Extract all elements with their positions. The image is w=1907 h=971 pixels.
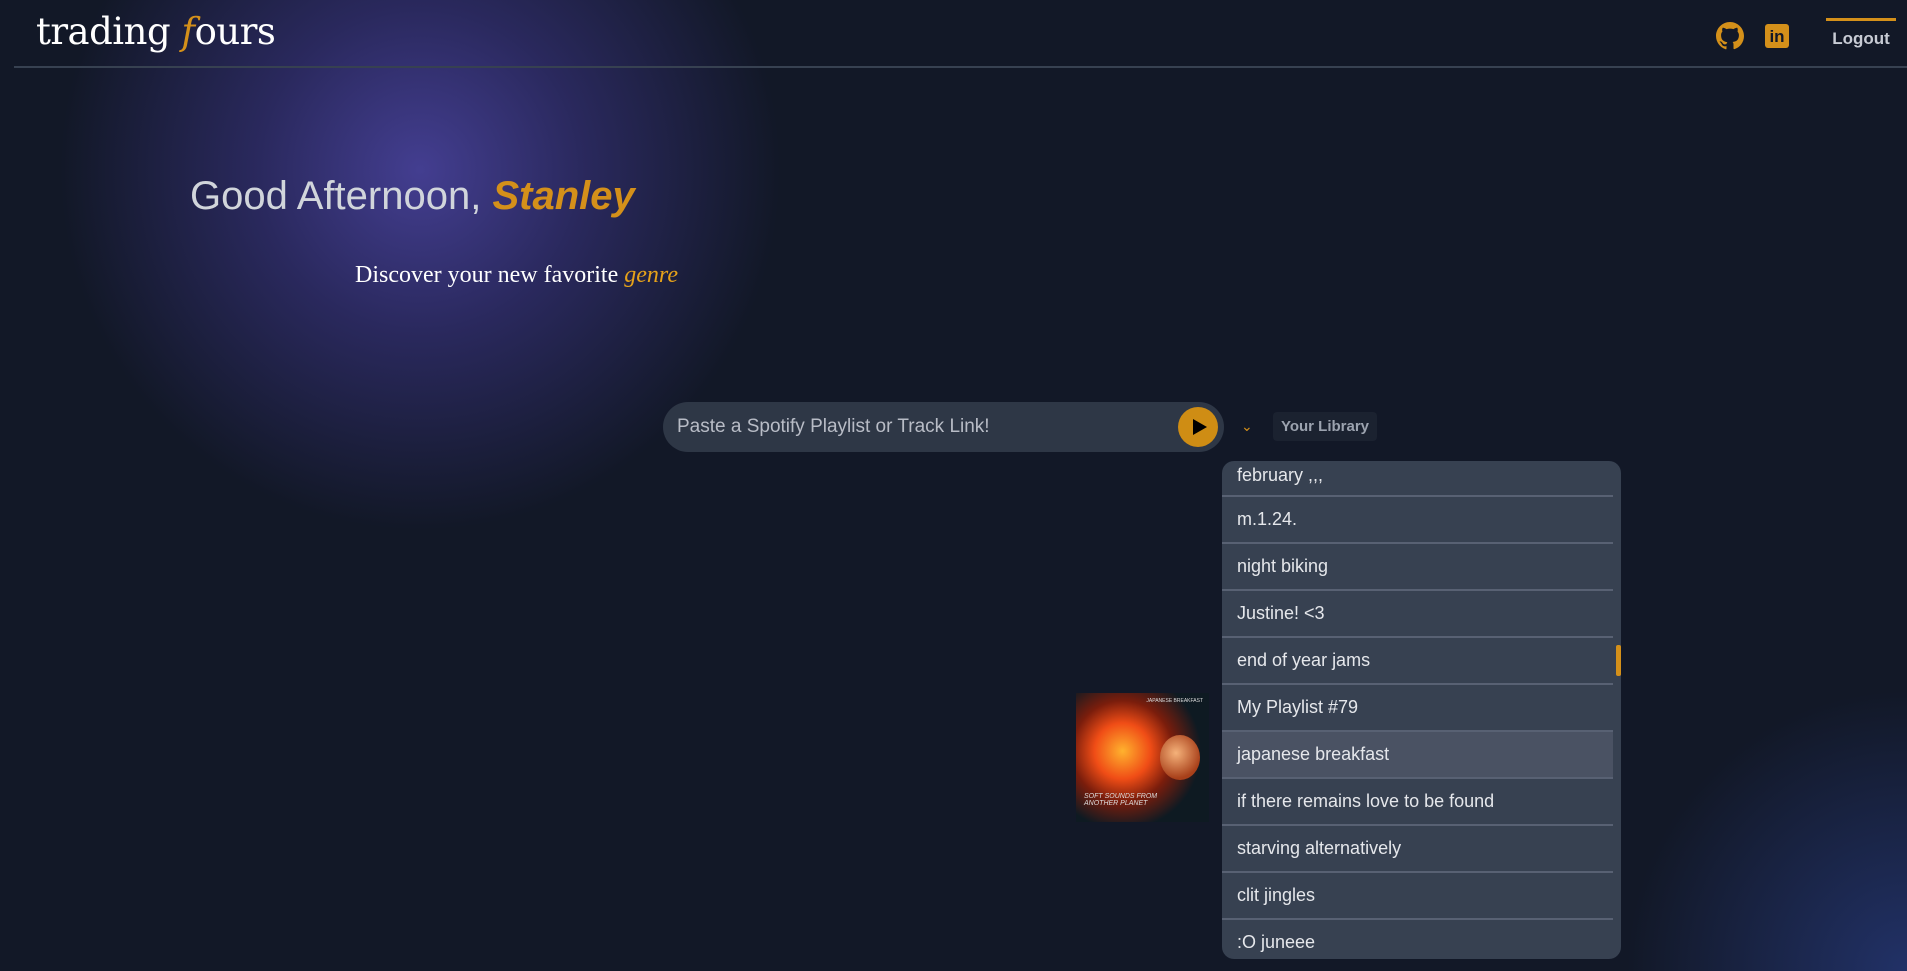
- library-playlist-item[interactable]: m.1.24.: [1222, 497, 1613, 544]
- linkedin-icon[interactable]: in: [1765, 24, 1789, 48]
- play-submit-button[interactable]: [1178, 407, 1218, 447]
- library-playlist-item[interactable]: :O juneee: [1222, 920, 1613, 959]
- playlist-link-input[interactable]: [677, 402, 1157, 452]
- logo-f: f: [181, 10, 195, 53]
- greeting-text: Good Afternoon,: [190, 174, 493, 218]
- logo-text: trading: [36, 10, 182, 53]
- search-bar: [663, 402, 1224, 452]
- album-artist: JAPANESE BREAKFAST: [1146, 698, 1203, 704]
- user-name: Stanley: [492, 174, 635, 218]
- github-icon[interactable]: [1716, 22, 1744, 50]
- library-playlist-item[interactable]: end of year jams: [1222, 638, 1613, 685]
- chevron-down-icon[interactable]: ⌄: [1241, 418, 1253, 435]
- library-playlist-item[interactable]: japanese breakfast: [1222, 732, 1613, 779]
- library-playlist-item[interactable]: night biking: [1222, 544, 1613, 591]
- library-playlist-item[interactable]: if there remains love to be found: [1222, 779, 1613, 826]
- subtitle: Discover your new favorite genre: [355, 262, 678, 289]
- library-playlist-item[interactable]: clit jingles: [1222, 873, 1613, 920]
- logo-text: ours: [194, 10, 276, 53]
- library-dropdown: february ,,, m.1.24. night biking Justine! …: [1222, 461, 1621, 959]
- background-glow: [1587, 651, 1907, 971]
- library-playlist-item[interactable]: My Playlist #79: [1222, 685, 1613, 732]
- library-playlist-item[interactable]: starving alternatively: [1222, 826, 1613, 873]
- subtitle-text: Discover your new favorite: [355, 262, 625, 288]
- library-playlist-item[interactable]: Justine! <3: [1222, 591, 1613, 638]
- album-art: JAPANESE BREAKFAST SOFT SOUNDS FROM ANOT…: [1076, 693, 1209, 822]
- album-title: SOFT SOUNDS FROM ANOTHER PLANET: [1084, 793, 1158, 807]
- library-playlist-item[interactable]: february ,,,: [1222, 461, 1613, 497]
- logo[interactable]: trading fours: [36, 10, 276, 53]
- album-art-figure: [1160, 735, 1200, 780]
- logout-button[interactable]: Logout: [1826, 18, 1896, 49]
- your-library-button[interactable]: Your Library: [1273, 412, 1377, 441]
- dropdown-scrollbar[interactable]: [1616, 645, 1621, 676]
- greeting: Good Afternoon, Stanley: [190, 174, 635, 219]
- top-nav: trading fours in Logout: [14, 0, 1907, 68]
- subtitle-accent: genre: [624, 262, 679, 288]
